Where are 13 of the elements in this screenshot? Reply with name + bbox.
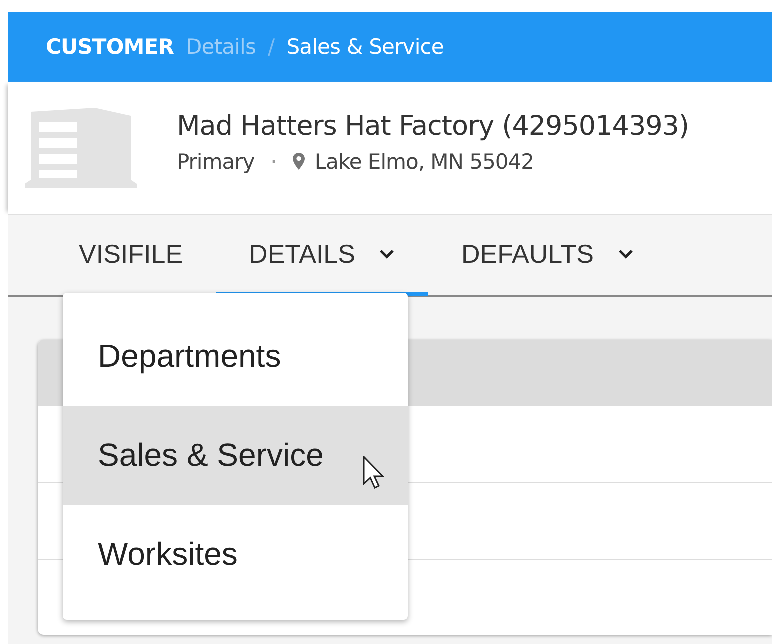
location-pin-icon [292,153,305,170]
customer-name: Mad Hatters Hat Factory (4295014393) [177,110,690,142]
customer-location: Lake Elmo, MN 55042 [314,150,534,174]
menu-item[interactable]: Sales & Service [63,406,408,505]
menu-item[interactable]: Departments [63,307,408,406]
tab[interactable]: VISIFILE [46,216,216,296]
separator-dot: · [270,150,277,174]
tab[interactable]: DEFAULTS [428,216,667,296]
breadcrumb-separator: / [268,35,275,59]
building-icon [25,108,137,188]
menu-item[interactable]: Worksites [63,505,408,604]
section-label: CUSTOMER [46,35,174,59]
customer-type: Primary [177,150,255,174]
